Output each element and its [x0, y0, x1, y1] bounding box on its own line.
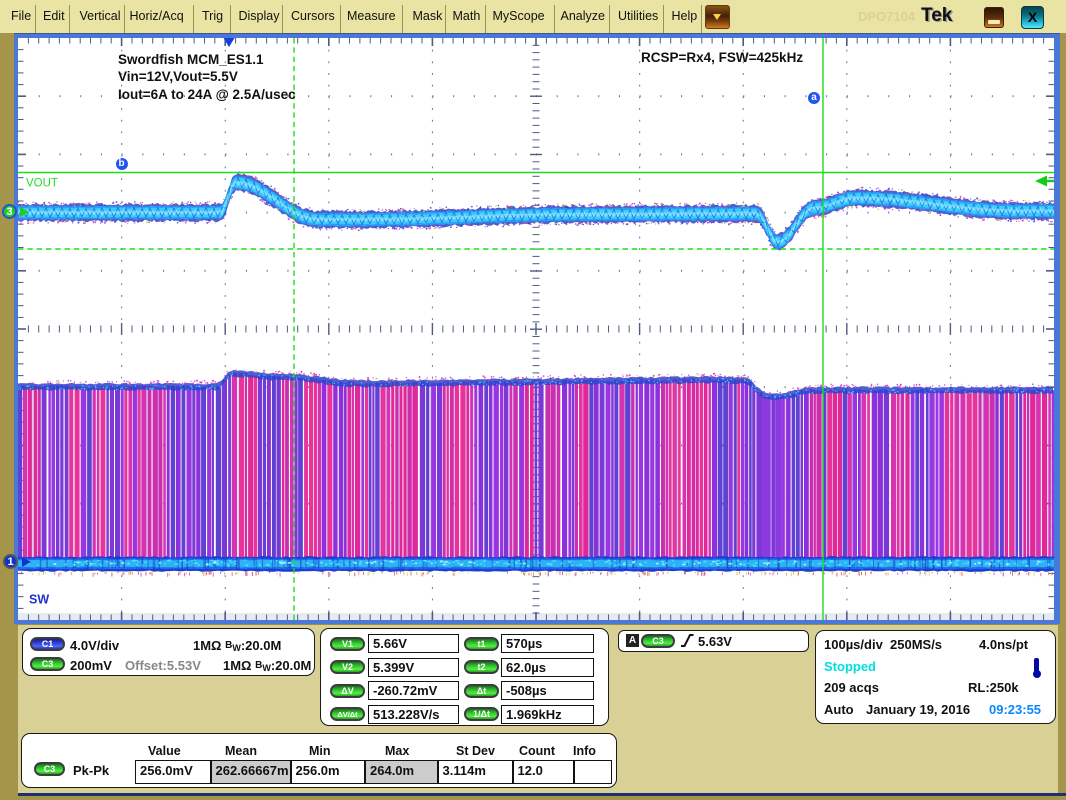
svg-text:SW: SW [29, 593, 49, 607]
svg-text:VOUT: VOUT [26, 178, 58, 190]
